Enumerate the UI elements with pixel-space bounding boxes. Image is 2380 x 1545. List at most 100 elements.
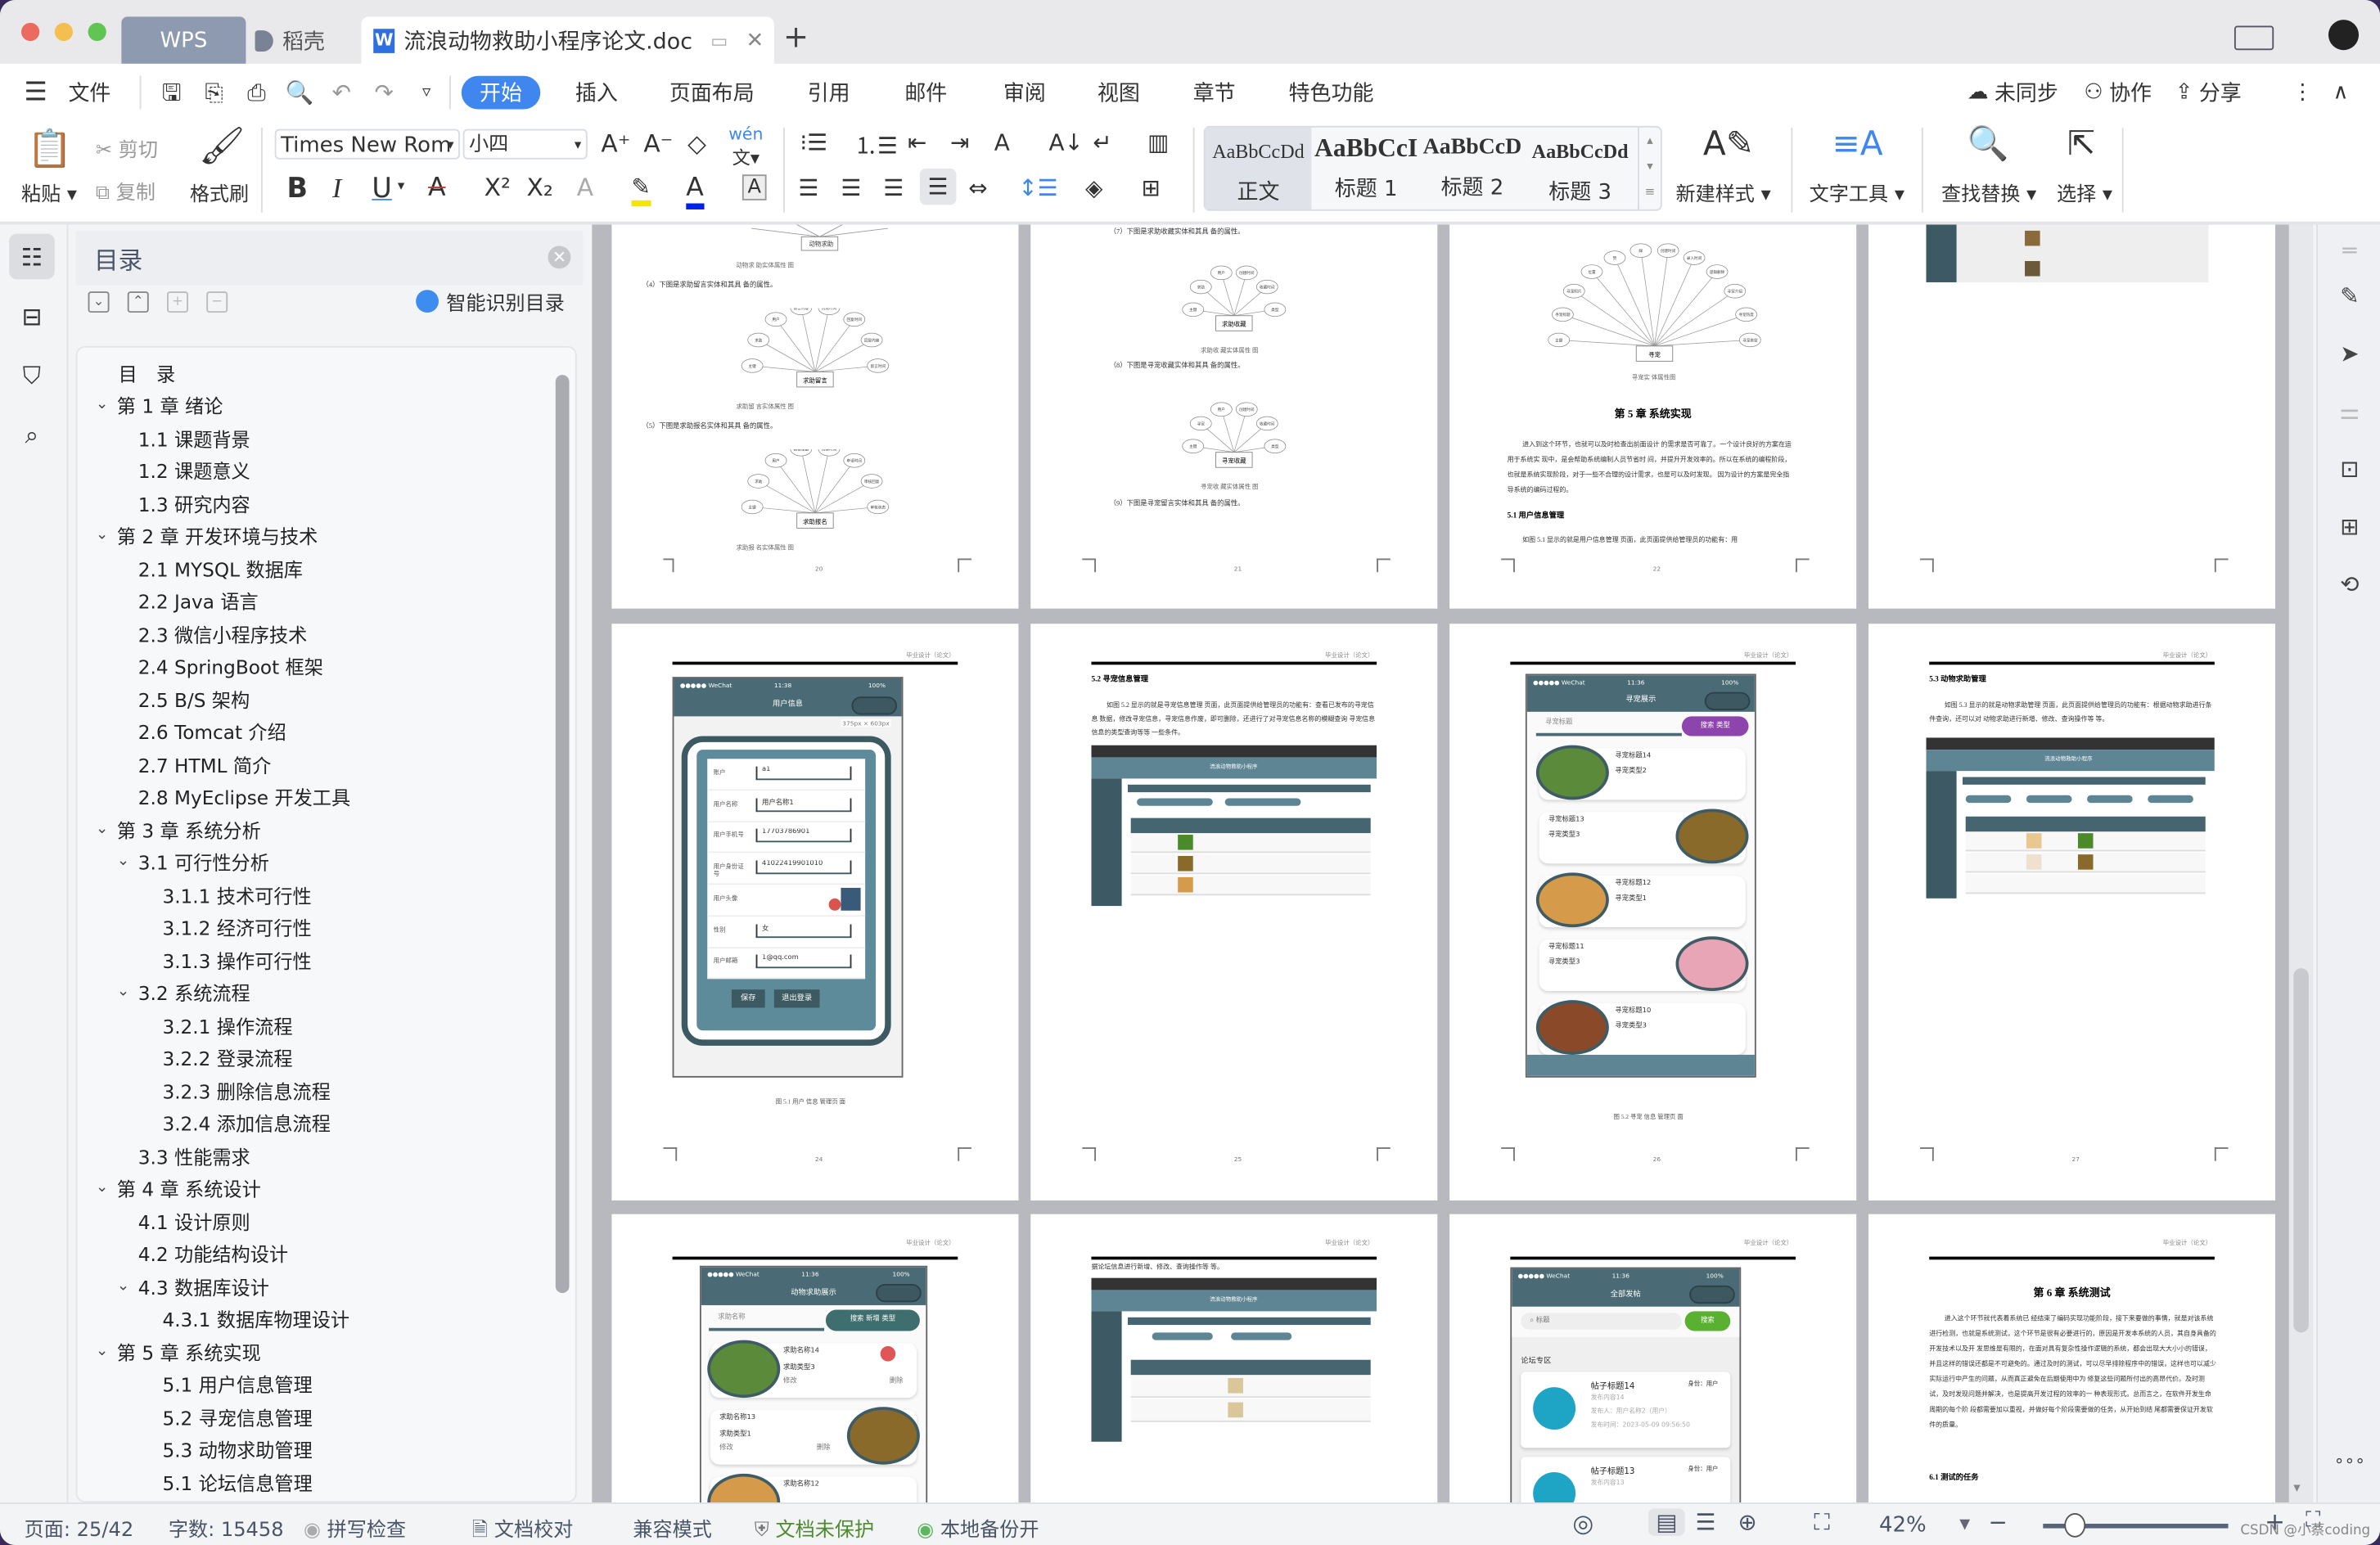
document-canvas[interactable]: 动物求助 动物求 助实体属性 图 （4）下图是求助留言实体和其具 备的属性。 主… — [592, 224, 2310, 1503]
menu-tab-references[interactable]: 引用 — [808, 64, 850, 121]
toc-scrollbar[interactable] — [555, 375, 570, 1294]
toc-item[interactable]: 1.3 研究内容 — [138, 487, 250, 517]
save-icon[interactable]: 🖫 — [158, 79, 185, 106]
text-tools-button[interactable]: 文字工具 ▾ — [1810, 178, 1904, 206]
tab-document[interactable]: W 流浪动物救助小程序论文.doc ▭ ✕ — [361, 16, 774, 64]
toc-item[interactable]: 3.1.2 经济可行性 — [162, 912, 311, 942]
compat-mode-label[interactable]: 兼容模式 — [633, 1513, 711, 1542]
bold-icon[interactable]: B — [287, 173, 308, 205]
toc-item[interactable]: ⌄ 第 4 章 系统设计 — [96, 1173, 261, 1203]
chevron-down-icon[interactable]: ⌄ — [96, 820, 117, 836]
toc-item[interactable]: 2.5 B/S 架构 — [138, 683, 250, 714]
borders-icon[interactable]: ⊞ — [1142, 174, 1161, 201]
toc-item[interactable]: 2.1 MYSQL 数据库 — [138, 552, 303, 583]
menu-tab-start[interactable]: 开始 — [461, 75, 541, 110]
char-shading-icon[interactable]: A — [741, 174, 767, 200]
style-heading-1[interactable]: AaBbCcI 标题 1 — [1313, 128, 1419, 209]
line-break-icon[interactable]: ↵ — [1093, 129, 1111, 156]
toc-item[interactable]: 3.2.4 添加信息流程 — [162, 1107, 330, 1137]
chevron-down-icon[interactable]: ⌄ — [96, 1342, 117, 1358]
word-count[interactable]: 字数: 15458 — [169, 1513, 284, 1542]
style-heading-3[interactable]: AaBbCcDd 标题 3 — [1526, 128, 1635, 209]
toc-item[interactable]: ⌄ 4.3 数据库设计 — [117, 1270, 269, 1300]
toc-item[interactable]: 3.2.2 登录流程 — [162, 1042, 292, 1072]
paste-button[interactable]: 粘贴 ▾ — [21, 178, 77, 206]
style-gallery-scroll[interactable]: ▴ ▾ ≡ — [1638, 127, 1661, 209]
search-icon[interactable]: ⌕ — [9, 412, 55, 458]
expand-all-icon[interactable]: ⌄ — [88, 291, 110, 313]
page-view-icon[interactable]: ▤ — [1648, 1508, 1685, 1536]
align-center-icon[interactable]: ☰ — [841, 174, 861, 201]
monitor-icon[interactable]: ▭ — [710, 29, 728, 51]
format-painter-icon[interactable]: 🖌 — [199, 124, 246, 167]
toc-item[interactable]: 3.3 性能需求 — [138, 1140, 250, 1170]
toc-item[interactable]: ⌄ 3.1 可行性分析 — [117, 846, 269, 876]
toc-item[interactable]: 3.2.3 删除信息流程 — [162, 1074, 330, 1105]
pinyin-guide-icon[interactable]: wén 文▾ — [728, 124, 763, 170]
toc-item[interactable]: 2.7 HTML 简介 — [138, 748, 272, 778]
toc-item[interactable]: 4.3.1 数据库物理设计 — [162, 1303, 349, 1333]
distributed-icon[interactable]: ⇔ — [968, 174, 987, 201]
pointer-icon[interactable]: ➤ — [2333, 340, 2367, 373]
print-preview-icon[interactable]: 🔍 — [286, 79, 314, 106]
subscript-icon[interactable]: X₂ — [527, 173, 553, 201]
italic-icon[interactable]: I — [332, 173, 341, 205]
menu-tab-special[interactable]: 特色功能 — [1289, 64, 1374, 121]
tab-daoke[interactable]: 稻壳 — [255, 16, 349, 63]
char-spacing-icon[interactable]: A — [994, 129, 1010, 156]
eye-protect-icon[interactable]: ◎ — [1572, 1508, 1593, 1537]
new-tab-button[interactable]: + — [783, 18, 809, 55]
menu-tab-chapter[interactable]: 章节 — [1193, 64, 1236, 121]
justify-icon[interactable]: ☰ — [919, 168, 957, 205]
toc-item[interactable]: 目 录 — [119, 357, 176, 387]
align-left-icon[interactable]: ☰ — [799, 174, 819, 201]
share-button[interactable]: ⇪ 分享 — [2175, 64, 2242, 121]
collab-button[interactable]: ⚇ 协作 — [2084, 64, 2152, 121]
cut-button[interactable]: ✂ 剪切 — [96, 133, 158, 163]
photo-portrait-icon[interactable]: ⊡ — [2333, 455, 2367, 489]
toc-item[interactable]: 5.1 论坛信息管理 — [162, 1466, 312, 1497]
avatar[interactable] — [2328, 20, 2360, 51]
add-level-icon[interactable]: + — [167, 291, 188, 313]
web-view-icon[interactable]: ⊕ — [1738, 1508, 1757, 1535]
menu-tab-page-layout[interactable]: 页面布局 — [669, 64, 755, 121]
image-tools-icon[interactable]: ⊞ — [2333, 513, 2367, 547]
navigation-icon[interactable]: ⊟ — [9, 293, 55, 339]
toc-item[interactable]: 3.2.1 操作流程 — [162, 1009, 292, 1039]
smart-toc-button[interactable]: 智能识别目录 — [416, 287, 565, 316]
chevron-down-icon[interactable]: ⌄ — [96, 1179, 117, 1196]
style-normal[interactable]: AaBbCcDd 正文 — [1205, 127, 1312, 209]
close-tab-icon[interactable]: ✕ — [746, 28, 764, 52]
toc-item[interactable]: 2.6 Tomcat 介绍 — [138, 715, 286, 745]
find-replace-button[interactable]: 查找替换 ▾ — [1941, 178, 2036, 206]
undo-icon[interactable]: ↶ — [328, 79, 355, 106]
select-button[interactable]: 选择 ▾ — [2057, 178, 2112, 206]
text-tools-icon[interactable]: ≡A — [1832, 126, 1883, 164]
chevron-down-icon[interactable]: ⌄ — [117, 984, 138, 1000]
close-icon[interactable]: ✕ — [548, 245, 571, 269]
sync-button[interactable]: ☁ 未同步 — [1968, 64, 2058, 121]
underline-icon[interactable]: U — [372, 173, 391, 205]
bookmark-icon[interactable]: ⛉ — [9, 354, 55, 399]
new-style-button[interactable]: 新建样式 ▾ — [1675, 178, 1770, 206]
outline-view-icon[interactable]: ☰ — [1696, 1508, 1716, 1535]
menu-tab-mail[interactable]: 邮件 — [904, 64, 947, 121]
align-right-icon[interactable]: ☰ — [883, 174, 904, 201]
copy-button[interactable]: ⧉ 复制 — [96, 176, 156, 205]
line-spacing-icon[interactable]: ↕☰ — [1018, 174, 1057, 201]
scroll-down-icon[interactable]: ▾ — [2293, 1481, 2300, 1497]
toc-item[interactable]: 2.8 MyEclipse 开发工具 — [138, 781, 350, 811]
document-scrollbar[interactable]: ▾ — [2288, 224, 2314, 1503]
spell-check-button[interactable]: ◉ 拼写检查 — [304, 1513, 406, 1542]
superscript-icon[interactable]: X² — [485, 173, 511, 201]
format-painter-button[interactable]: 格式刷 — [190, 178, 249, 206]
more-tools-icon[interactable]: ∘∘∘ — [2333, 1451, 2367, 1484]
export-icon[interactable]: ⎘ — [201, 79, 228, 106]
collapse-ribbon-icon[interactable]: ∧ — [2333, 64, 2349, 121]
sort-icon[interactable]: A↓ — [1049, 129, 1084, 156]
increase-indent-icon[interactable]: ⇥ — [950, 129, 969, 156]
style-heading-2[interactable]: AaBbCcD 标题 2 — [1419, 128, 1526, 209]
menu-tab-review[interactable]: 审阅 — [1003, 64, 1046, 121]
font-size-select[interactable]: 小四 ▾ — [462, 128, 588, 160]
toc-panel-icon[interactable]: ☷ — [9, 233, 55, 280]
